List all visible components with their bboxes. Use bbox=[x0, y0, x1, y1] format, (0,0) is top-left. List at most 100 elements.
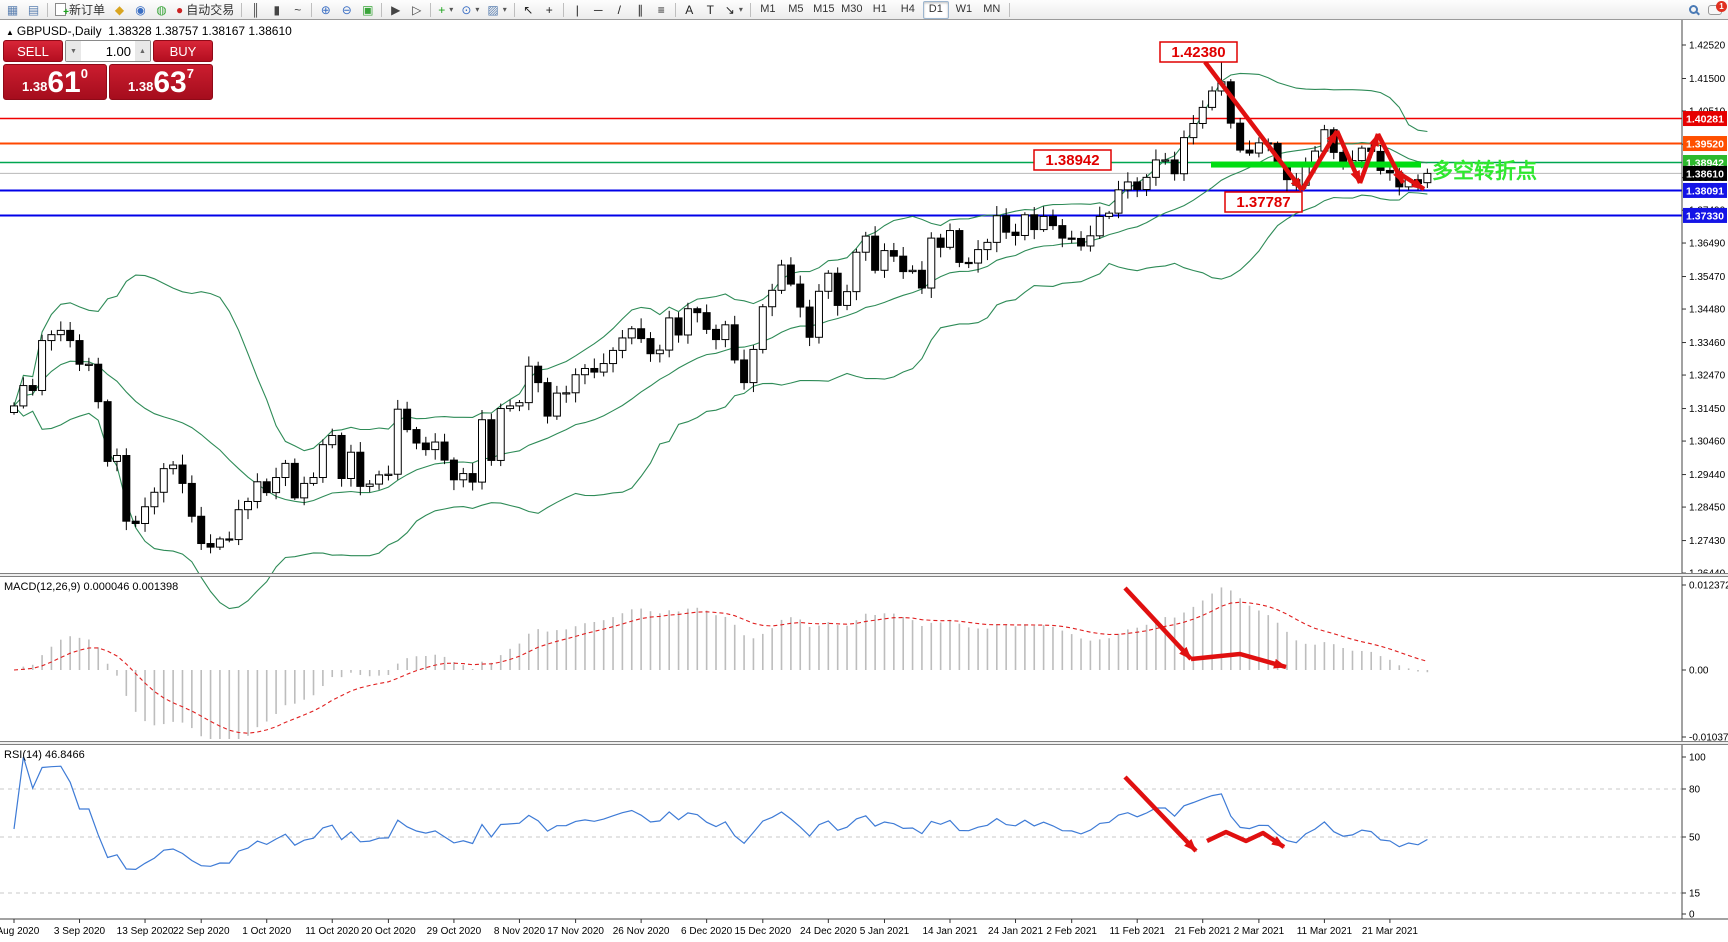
volume-input[interactable] bbox=[81, 44, 135, 59]
rsi-arrow-1[interactable] bbox=[1207, 832, 1284, 847]
date-tick-label: 21 Feb 2021 bbox=[1175, 926, 1232, 937]
toolbar: ▦▤+新订单◆◉◍●自动交易║▮~⊕⊖▣▶▷+▾⊙▾▨▾↖+|─/∥≡AT↘▾M… bbox=[0, 0, 1728, 20]
arrows-icon: ↘ bbox=[725, 4, 735, 16]
label-icon[interactable]: T bbox=[701, 1, 720, 19]
axis-tick-label: 1.35470 bbox=[1689, 272, 1726, 283]
date-axis[interactable]: 5 Aug 20203 Sep 202013 Sep 202022 Sep 20… bbox=[0, 919, 1728, 937]
candlestick-chart-icon[interactable]: ▮ bbox=[267, 1, 286, 19]
zoom-in-icon[interactable]: ⊕ bbox=[316, 1, 335, 19]
axis-tick-label: 1.36490 bbox=[1689, 239, 1726, 250]
templates-icon[interactable]: ▨▾ bbox=[484, 1, 509, 19]
new-chart-icon: ▦ bbox=[7, 4, 18, 16]
turning-point-annotation[interactable]: 多空转折点 bbox=[1432, 159, 1537, 183]
rsi-pane[interactable]: RSI(14) 46.8466 bbox=[0, 749, 1682, 893]
fibonacci-icon[interactable]: ≡ bbox=[652, 1, 671, 19]
line-chart-icon[interactable]: ~ bbox=[288, 1, 307, 19]
sell-price-sup: 0 bbox=[81, 66, 88, 81]
zoom-out-icon: ⊖ bbox=[342, 4, 352, 16]
new-chart-icon[interactable]: ▦ bbox=[3, 1, 22, 19]
axis-tick-label: 80 bbox=[1689, 785, 1701, 796]
sell-price-tile[interactable]: 1.38 61 0 bbox=[3, 64, 107, 100]
autotrading-button[interactable]: ●自动交易 bbox=[173, 1, 237, 19]
zoom-in-icon: ⊕ bbox=[321, 4, 331, 16]
community-icon: ◉ bbox=[135, 4, 145, 16]
indicators-icon[interactable]: +▾ bbox=[435, 1, 456, 19]
timeframe-d1[interactable]: D1 bbox=[923, 1, 949, 19]
macd-histogram bbox=[14, 587, 1427, 739]
chart-plot[interactable]: 1.423801.389421.37787多空转折点MACD(12,26,9) … bbox=[0, 20, 1728, 942]
gold-icon[interactable]: ◆ bbox=[110, 1, 129, 19]
axis-tick-label: 1.34480 bbox=[1689, 305, 1726, 316]
timeframe-h4[interactable]: H4 bbox=[895, 1, 921, 19]
date-tick-label: 26 Nov 2020 bbox=[613, 926, 670, 937]
fibonacci-icon: ≡ bbox=[658, 4, 665, 16]
timeframe-w1[interactable]: W1 bbox=[951, 1, 977, 19]
timeframe-m15[interactable]: M15 bbox=[811, 1, 837, 19]
chart-title: ▲GBPUSD-,Daily 1.38328 1.38757 1.38167 1… bbox=[6, 24, 292, 38]
timeframe-mn[interactable]: MN bbox=[979, 1, 1005, 19]
periods-icon: ⊙ bbox=[461, 4, 471, 16]
date-tick-label: 21 Mar 2021 bbox=[1362, 926, 1419, 937]
horizontal-line-icon[interactable]: ─ bbox=[589, 1, 608, 19]
date-tick-label: 20 Oct 2020 bbox=[361, 926, 416, 937]
toolbar-separator bbox=[675, 3, 676, 17]
buy-button[interactable]: BUY bbox=[153, 40, 213, 62]
zoom-out-icon[interactable]: ⊖ bbox=[337, 1, 356, 19]
date-tick-label: 14 Jan 2021 bbox=[922, 926, 977, 937]
tile-windows-icon[interactable]: ▣ bbox=[358, 1, 377, 19]
vertical-line-icon[interactable]: | bbox=[568, 1, 587, 19]
volume-down-button[interactable]: ▼ bbox=[66, 41, 81, 61]
chart-shift-icon[interactable]: ▷ bbox=[407, 1, 426, 19]
main-pane[interactable]: 1.423801.389421.37787多空转折点 bbox=[0, 42, 1682, 609]
price-axis[interactable]: 1.425201.415001.405101.395001.384801.374… bbox=[1682, 20, 1728, 921]
timeframe-m30[interactable]: M30 bbox=[839, 1, 865, 19]
svg-text:1.40281: 1.40281 bbox=[1686, 114, 1724, 126]
community-icon[interactable]: ◉ bbox=[131, 1, 150, 19]
signals-icon[interactable]: ◍ bbox=[152, 1, 171, 19]
profiles-icon[interactable]: ▤ bbox=[24, 1, 43, 19]
timeframe-m5[interactable]: M5 bbox=[783, 1, 809, 19]
buy-price-prefix: 1.38 bbox=[128, 79, 153, 94]
buy-price-tile[interactable]: 1.38 63 7 bbox=[109, 64, 213, 100]
sell-price-prefix: 1.38 bbox=[22, 79, 47, 94]
toolbar-separator bbox=[1009, 3, 1010, 17]
macd-arrow-0[interactable] bbox=[1125, 588, 1191, 659]
trendline-icon[interactable]: / bbox=[610, 1, 629, 19]
search-button[interactable] bbox=[1684, 1, 1703, 19]
text-icon[interactable]: A bbox=[680, 1, 699, 19]
dropdown-caret-icon: ▾ bbox=[503, 6, 507, 14]
price-label-text: 1.37787 bbox=[1236, 194, 1290, 211]
crosshair-icon[interactable]: + bbox=[540, 1, 559, 19]
auto-scroll-icon[interactable]: ▶ bbox=[386, 1, 405, 19]
chart-window[interactable]: 1.423801.389421.37787多空转折点MACD(12,26,9) … bbox=[0, 20, 1728, 942]
symbol-name: GBPUSD-,Daily bbox=[17, 24, 102, 38]
macd-pane[interactable]: MACD(12,26,9) 0.000046 0.001398 bbox=[4, 581, 1427, 739]
bar-chart-icon: ║ bbox=[252, 4, 261, 16]
dropdown-caret-icon: ▾ bbox=[449, 6, 453, 14]
channel-icon[interactable]: ∥ bbox=[631, 1, 650, 19]
channel-icon: ∥ bbox=[637, 4, 643, 16]
toolbar-separator bbox=[563, 3, 564, 17]
timeframe-m1[interactable]: M1 bbox=[755, 1, 781, 19]
cursor-icon[interactable]: ↖ bbox=[519, 1, 538, 19]
svg-text:1.37330: 1.37330 bbox=[1686, 210, 1724, 222]
candlestick-chart-icon: ▮ bbox=[273, 4, 280, 16]
trend-arrow-1[interactable] bbox=[1302, 131, 1337, 190]
arrows-icon[interactable]: ↘▾ bbox=[722, 1, 746, 19]
volume-up-button[interactable]: ▲ bbox=[135, 41, 150, 61]
toolbar-separator bbox=[47, 3, 48, 17]
trend-arrow-0[interactable] bbox=[1205, 62, 1302, 190]
periods-icon[interactable]: ⊙▾ bbox=[458, 1, 482, 19]
volume-stepper: ▼ ▲ bbox=[65, 40, 151, 62]
notifications-button[interactable]: 1 bbox=[1705, 1, 1725, 19]
label-icon: T bbox=[707, 4, 714, 16]
vertical-line-icon: | bbox=[576, 4, 579, 16]
sell-button[interactable]: SELL bbox=[3, 40, 63, 62]
bar-chart-icon[interactable]: ║ bbox=[246, 1, 265, 19]
macd-arrow-1[interactable] bbox=[1191, 654, 1286, 667]
axis-tick-label: 50 bbox=[1689, 833, 1701, 844]
date-tick-label: 8 Nov 2020 bbox=[494, 926, 546, 937]
new-order-button[interactable]: +新订单 bbox=[52, 1, 108, 19]
rsi-arrow-0[interactable] bbox=[1125, 777, 1196, 851]
timeframe-h1[interactable]: H1 bbox=[867, 1, 893, 19]
